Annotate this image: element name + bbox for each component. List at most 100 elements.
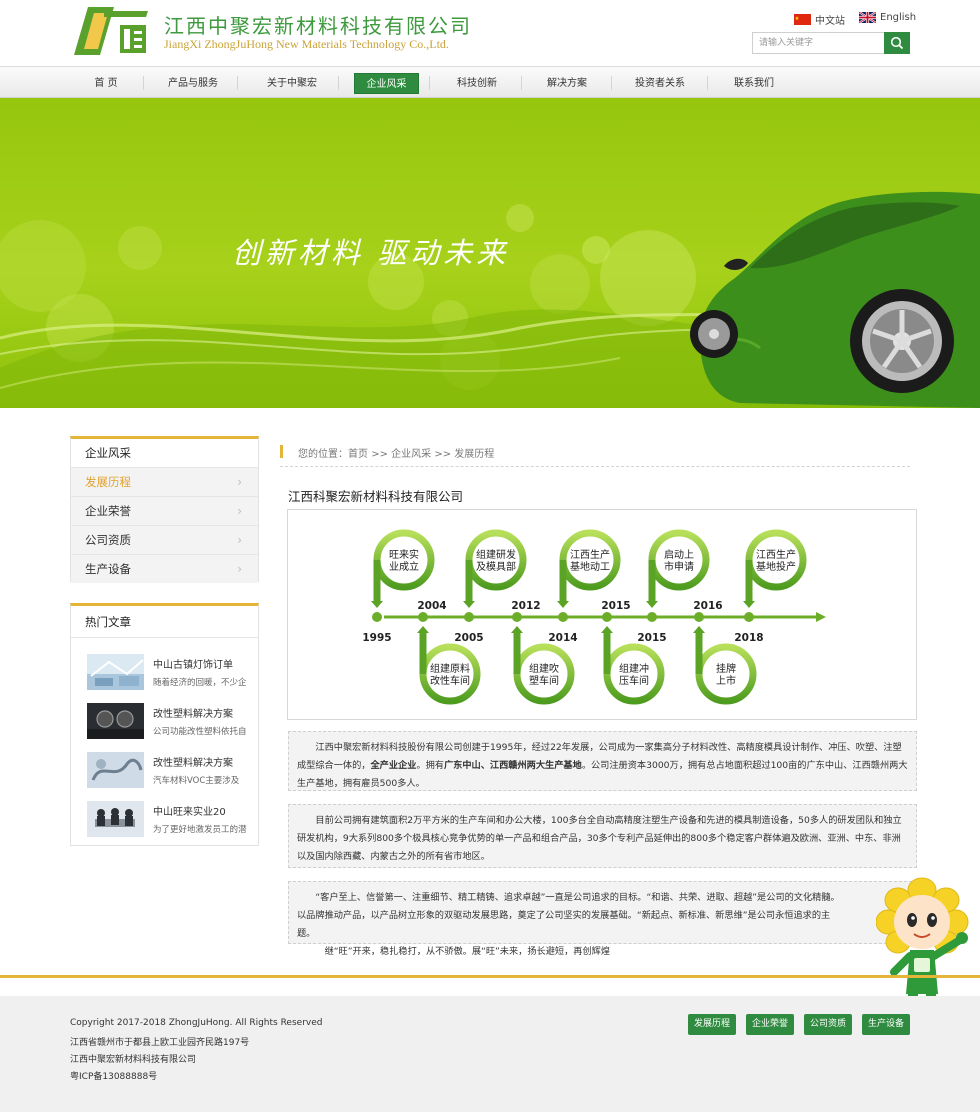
footer-copyright: Copyright 2017-2018 ZhongJuHong. All Rig… xyxy=(70,1018,323,1028)
milestone-label: 江西生产基地投产 xyxy=(756,548,796,573)
milestone-year: 2015 xyxy=(637,632,666,644)
mascot-illustration xyxy=(876,877,969,1004)
milestone-label: 挂牌上市 xyxy=(716,662,736,687)
nav-about[interactable]: 关于中聚宏 xyxy=(254,73,330,94)
milestone-year: 2018 xyxy=(734,632,763,644)
footer-link-equipment[interactable]: 生产设备 xyxy=(862,1014,911,1035)
footer-link-honors[interactable]: 企业荣誉 xyxy=(746,1014,795,1035)
sidebar-item-label: 公司资质 xyxy=(85,533,131,547)
milestone-year: 2004 xyxy=(417,600,446,612)
company-name-cn: 江西中聚宏新材料科技有限公司 xyxy=(164,14,472,38)
hot-article-title: 改性塑料解决方案 xyxy=(153,709,233,720)
nav-culture[interactable]: 企业风采 xyxy=(354,73,419,94)
para3-slogan: 继“旺”开来，稳扎稳打，从不骄傲。展“旺”未来，扬长避短，再创辉煌 xyxy=(324,946,611,957)
timeline-dot xyxy=(464,612,474,622)
nav-divider xyxy=(338,76,339,90)
sidebar-menu: 企业风采 发展历程 › 企业荣誉 › 公司资质 › 生产设备 › xyxy=(70,436,259,583)
breadcrumb-prefix: 您的位置： xyxy=(298,449,348,460)
nav-products[interactable]: 产品与服务 xyxy=(157,73,229,94)
timeline-dot xyxy=(558,612,568,622)
arrow-up-icon xyxy=(601,626,613,633)
footer-link-qualifications[interactable]: 公司资质 xyxy=(804,1014,853,1035)
article-thumbnail xyxy=(87,654,144,690)
nav-home[interactable]: 首 页 xyxy=(76,73,136,94)
nav-divider xyxy=(611,76,612,90)
timeline-milestone: 启动上市申请 2015 xyxy=(637,529,710,644)
arrow-down-icon xyxy=(557,601,569,608)
hot-article-item[interactable]: 中山旺来实业20 为了更好地激发员工的潜 xyxy=(87,801,257,841)
article-thumbnail xyxy=(87,703,144,739)
milestone-label: 组建吹塑车间 xyxy=(529,662,559,687)
timeline-milestone: 旺来实业成立 1995 xyxy=(362,529,435,644)
company-name-en: JiangXi ZhongJuHong New Materials Techno… xyxy=(164,37,449,51)
hero-banner: 创新材料 驱动未来 xyxy=(0,98,980,408)
china-flag-icon xyxy=(794,14,811,25)
milestone-label: 组建研发及模具部 xyxy=(476,548,516,573)
breadcrumb-separator: >> xyxy=(434,449,452,460)
footer-company: 江西中聚宏新材料科技有限公司 xyxy=(70,1055,197,1065)
hot-article-title: 中山古镇灯饰订单 xyxy=(153,660,233,671)
arrow-down-icon xyxy=(463,601,475,608)
arrow-down-icon xyxy=(743,601,755,608)
search-button[interactable] xyxy=(884,32,910,54)
uk-flag-icon xyxy=(859,12,876,23)
milestone-year: 1995 xyxy=(362,632,391,644)
hot-articles-title: 热门文章 xyxy=(71,606,258,638)
hot-article-desc: 汽车材料VOC主要涉及 xyxy=(153,776,240,786)
timeline-milestone: 挂牌上市 2016 xyxy=(693,600,757,705)
timeline-dot xyxy=(744,612,754,622)
chevron-right-icon: › xyxy=(237,475,242,489)
nav-divider xyxy=(237,76,238,90)
hot-article-item[interactable]: 中山古镇灯饰订单 随着经济的回暖，不少企 xyxy=(87,654,257,694)
footer-divider xyxy=(0,975,980,978)
lang-cn-link[interactable]: 中文站 xyxy=(794,12,845,27)
sidebar-item-equipment[interactable]: 生产设备 › xyxy=(71,554,258,583)
para1-bold-b: 广东中山、江西赣州两大生产基地 xyxy=(444,760,582,771)
hot-article-title: 中山旺来实业20 xyxy=(153,807,226,818)
lang-en-link[interactable]: English xyxy=(859,12,916,23)
timeline-dot xyxy=(602,612,612,622)
timeline-arrow-icon xyxy=(816,612,826,622)
arrow-down-icon xyxy=(646,601,658,608)
nav-solutions[interactable]: 解决方案 xyxy=(534,73,600,94)
milestone-label: 组建冲压车间 xyxy=(619,662,649,687)
article-thumbnail xyxy=(87,801,144,837)
arrow-up-icon xyxy=(417,626,429,633)
hot-article-item[interactable]: 改性塑料解决方案 汽车材料VOC主要涉及 xyxy=(87,752,257,792)
footer-icp[interactable]: 粤ICP备13088888号 xyxy=(70,1069,157,1082)
nav-divider xyxy=(707,76,708,90)
company-logo[interactable] xyxy=(74,5,150,57)
nav-divider xyxy=(143,76,144,90)
timeline-dot xyxy=(418,612,428,622)
breadcrumb-section[interactable]: 企业风采 xyxy=(391,449,431,460)
sidebar-item-qualifications[interactable]: 公司资质 › xyxy=(71,525,258,554)
para1-bold-a: 全产业企业 xyxy=(370,760,417,771)
nav-investors[interactable]: 投资者关系 xyxy=(624,73,696,94)
nav-contact[interactable]: 联系我们 xyxy=(722,73,786,94)
hot-article-desc: 公司功能改性塑料依托自 xyxy=(153,727,247,737)
sidebar-item-history[interactable]: 发展历程 › xyxy=(71,467,258,496)
intro-paragraph-3: “客户至上、信誉第一、注重细节、精工精铸、追求卓越”一直是公司追求的目标。“和谐… xyxy=(288,881,917,957)
milestone-year: 2016 xyxy=(693,600,722,612)
nav-divider xyxy=(521,76,522,90)
breadcrumb-home[interactable]: 首页 xyxy=(348,449,368,460)
lang-cn-label: 中文站 xyxy=(815,16,845,27)
sidebar-item-honors[interactable]: 企业荣誉 › xyxy=(71,496,258,525)
arrow-down-icon xyxy=(371,601,383,608)
page-title: 江西科聚宏新材料科技有限公司 xyxy=(288,489,464,504)
hot-article-item[interactable]: 改性塑料解决方案 公司功能改性塑料依托自 xyxy=(87,703,257,743)
chevron-right-icon: › xyxy=(237,562,242,576)
timeline-milestone: 组建研发及模具部 2005 xyxy=(454,529,527,644)
nav-divider xyxy=(429,76,430,90)
search-input[interactable] xyxy=(753,33,885,53)
milestone-year: 2015 xyxy=(601,600,630,612)
hot-article-desc: 随着经济的回暖，不少企 xyxy=(153,678,247,688)
milestone-label: 启动上市申请 xyxy=(664,548,694,573)
article-thumbnail xyxy=(87,752,144,788)
banner-slogan: 创新材料 驱动未来 xyxy=(232,236,510,270)
para3-text: “客户至上、信誉第一、注重细节、精工精铸、追求卓越”一直是公司追求的目标。“和谐… xyxy=(297,892,840,939)
nav-technology[interactable]: 科技创新 xyxy=(444,73,510,94)
site-header: 江西中聚宏新材料科技有限公司 JiangXi ZhongJuHong New M… xyxy=(0,0,980,66)
footer-link-history[interactable]: 发展历程 xyxy=(688,1014,737,1035)
lang-en-label: English xyxy=(880,12,917,23)
